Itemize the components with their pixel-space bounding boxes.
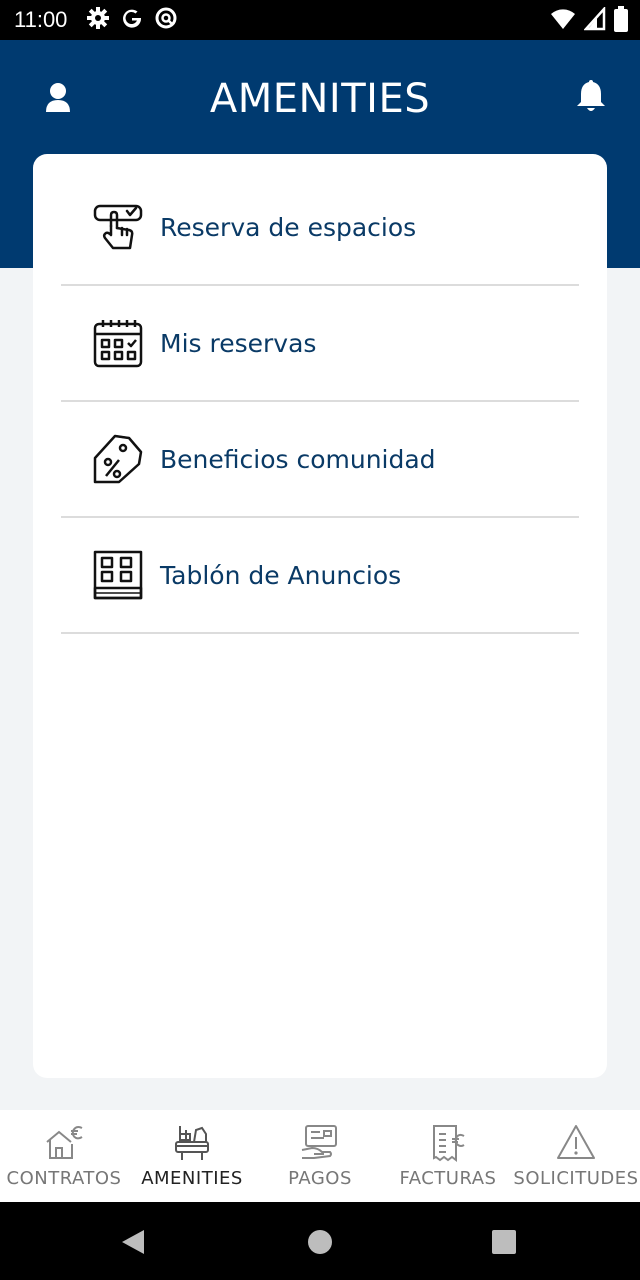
nav-item-pagos[interactable]: PAGOS [256, 1110, 384, 1202]
amenities-icon [175, 1126, 209, 1160]
bottom-navigation: CONTRATOS AMENITIES PAGOS FACTURAS SOLIC… [0, 1110, 640, 1202]
at-icon [155, 7, 177, 29]
gear-icon [87, 7, 109, 29]
nav-item-contratos[interactable]: CONTRATOS [0, 1110, 128, 1202]
invoice-euro-icon [433, 1125, 465, 1162]
wifi-icon [551, 9, 575, 29]
google-icon [123, 9, 142, 28]
nav-item-amenities[interactable]: AMENITIES [128, 1110, 256, 1202]
page-title: AMENITIES [209, 76, 431, 122]
hand-select-icon [93, 204, 143, 250]
home-icon[interactable] [307, 1229, 333, 1255]
menu-item-label: Beneficios comunidad [160, 444, 436, 474]
nav-label: PAGOS [288, 1168, 352, 1189]
signal-icon [584, 7, 606, 31]
menu-item-beneficios-comunidad[interactable]: Beneficios comunidad [61, 402, 579, 518]
system-navigation-bar [0, 1202, 640, 1280]
status-time: 11:00 [14, 7, 68, 32]
nav-label: CONTRATOS [6, 1168, 122, 1189]
menu-item-mis-reservas[interactable]: Mis reservas [61, 286, 579, 402]
status-bar: 11:00 [0, 0, 640, 40]
back-icon[interactable] [120, 1228, 146, 1256]
discount-tag-icon [93, 434, 143, 484]
menu-item-label: Mis reservas [160, 328, 317, 358]
menu-item-reserva-espacios[interactable]: Reserva de espacios [61, 170, 579, 286]
warning-icon [557, 1125, 595, 1159]
house-euro-icon [46, 1126, 83, 1159]
battery-icon [614, 6, 628, 32]
calendar-icon [93, 320, 143, 368]
notification-bell-icon[interactable] [574, 78, 608, 114]
menu-item-tablon-anuncios[interactable]: Tablón de Anuncios [61, 518, 579, 634]
recents-icon[interactable] [492, 1230, 516, 1254]
menu-item-label: Tablón de Anuncios [160, 560, 402, 590]
nav-label: FACTURAS [399, 1168, 497, 1189]
nav-item-solicitudes[interactable]: SOLICITUDES [512, 1110, 640, 1202]
notice-board-icon [93, 550, 143, 600]
nav-label: SOLICITUDES [513, 1168, 639, 1189]
amenities-card: Reserva de espacios Mis reservas Benefic… [33, 154, 607, 1078]
nav-label: AMENITIES [141, 1168, 243, 1189]
nav-item-facturas[interactable]: FACTURAS [384, 1110, 512, 1202]
menu-item-label: Reserva de espacios [160, 212, 417, 242]
payment-icon [301, 1125, 337, 1159]
